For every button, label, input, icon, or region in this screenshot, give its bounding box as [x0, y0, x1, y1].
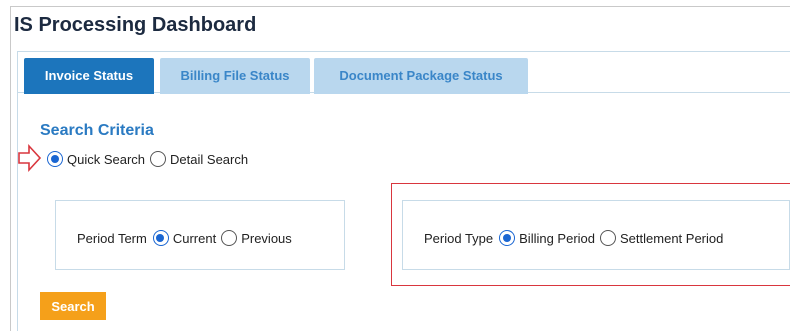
tab-invoice-status[interactable]: Invoice Status	[24, 58, 154, 94]
period-term-box: Period Term Current Previous	[55, 200, 345, 270]
period-term-group: Period Term Current Previous	[77, 230, 297, 246]
detail-search-option[interactable]: Detail Search	[150, 151, 248, 167]
settlement-period-label: Settlement Period	[620, 230, 724, 246]
quick-search-option[interactable]: Quick Search	[47, 151, 145, 167]
period-term-current-option[interactable]: Current	[152, 230, 217, 246]
period-term-previous-label: Previous	[241, 230, 292, 246]
quick-search-label: Quick Search	[67, 151, 146, 167]
search-mode-group: Quick Search Detail Search	[47, 151, 253, 167]
billing-period-label: Billing Period	[519, 230, 596, 246]
tab-bar: Invoice Status Billing File Status Docum…	[17, 51, 790, 94]
search-criteria-heading: Search Criteria	[40, 122, 154, 139]
search-button[interactable]: Search	[40, 292, 106, 320]
period-term-current-label: Current	[172, 230, 217, 246]
period-type-group: Period Type Billing Period Settlement Pe…	[424, 230, 728, 246]
billing-period-option[interactable]: Billing Period	[499, 230, 595, 246]
period-term-previous-option[interactable]: Previous	[221, 230, 292, 246]
tab-document-package-status[interactable]: Document Package Status	[314, 58, 528, 94]
period-type-box: Period Type Billing Period Settlement Pe…	[402, 200, 790, 270]
red-arrow-right-icon	[18, 143, 42, 173]
period-term-label: Period Term	[77, 230, 147, 246]
quick-search-radio[interactable]	[47, 151, 63, 167]
page-title: IS Processing Dashboard	[14, 14, 257, 36]
settlement-period-radio[interactable]	[600, 230, 617, 246]
period-term-current-radio[interactable]	[152, 230, 169, 246]
billing-period-radio[interactable]	[499, 230, 516, 246]
period-term-previous-radio[interactable]	[221, 230, 238, 246]
detail-search-radio[interactable]	[150, 151, 167, 167]
detail-search-label: Detail Search	[170, 151, 249, 167]
settlement-period-option[interactable]: Settlement Period	[600, 230, 723, 246]
tab-billing-file-status[interactable]: Billing File Status	[160, 58, 310, 94]
period-type-label: Period Type	[424, 230, 494, 246]
